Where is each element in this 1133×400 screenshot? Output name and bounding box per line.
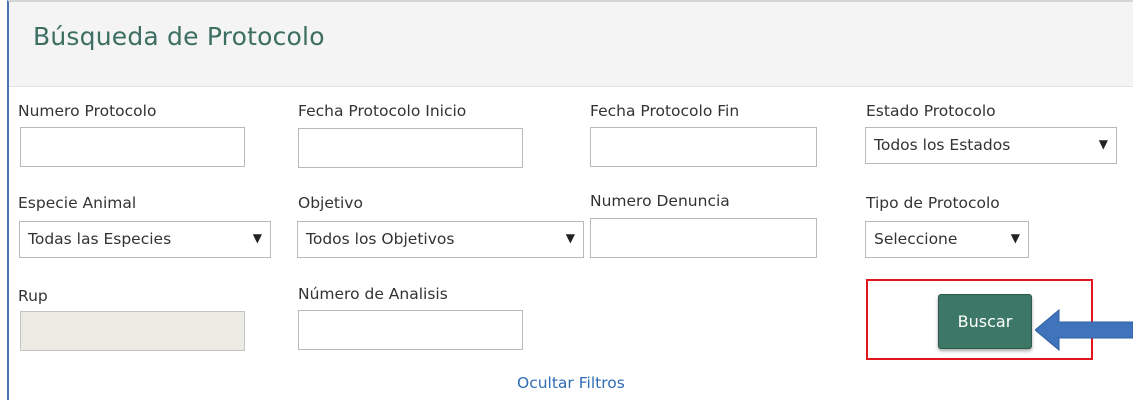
tipo-select[interactable]: Seleccione ▼ — [865, 221, 1029, 258]
fecha-inicio-input[interactable] — [298, 128, 523, 168]
caret-down-icon: ▼ — [565, 231, 575, 245]
numero-denuncia-label: Numero Denuncia — [590, 192, 730, 210]
rup-label: Rup — [18, 287, 48, 305]
objetivo-select[interactable]: Todos los Objetivos ▼ — [297, 221, 584, 258]
objetivo-selected-value: Todos los Objetivos — [306, 230, 455, 248]
numero-denuncia-input[interactable] — [590, 218, 817, 258]
rup-input — [20, 311, 245, 351]
search-button[interactable]: Buscar — [938, 294, 1032, 349]
numero-analisis-input[interactable] — [298, 310, 523, 350]
objetivo-label: Objetivo — [298, 194, 363, 212]
panel-header: Búsqueda de Protocolo — [9, 2, 1133, 87]
especie-selected-value: Todas las Especies — [28, 230, 172, 248]
caret-down-icon: ▼ — [252, 231, 262, 245]
estado-selected-value: Todos los Estados — [874, 136, 1011, 154]
fecha-fin-input[interactable] — [590, 127, 817, 167]
arrow-left-icon — [1035, 308, 1133, 352]
fecha-fin-label: Fecha Protocolo Fin — [590, 102, 740, 120]
caret-down-icon: ▼ — [1098, 137, 1108, 151]
numero-analisis-label: Número de Analisis — [298, 285, 448, 303]
especie-select[interactable]: Todas las Especies ▼ — [19, 221, 271, 258]
especie-label: Especie Animal — [18, 194, 137, 212]
numero-protocolo-label: Numero Protocolo — [18, 102, 157, 120]
caret-down-icon: ▼ — [1010, 231, 1020, 245]
tipo-label: Tipo de Protocolo — [866, 194, 1000, 212]
page-title: Búsqueda de Protocolo — [33, 22, 325, 51]
estado-select[interactable]: Todos los Estados ▼ — [865, 127, 1117, 164]
fecha-inicio-label: Fecha Protocolo Inicio — [298, 102, 467, 120]
estado-label: Estado Protocolo — [866, 102, 996, 120]
toggle-filters-link[interactable]: Ocultar Filtros — [517, 374, 625, 392]
numero-protocolo-input[interactable] — [20, 127, 245, 167]
tipo-selected-value: Seleccione — [874, 230, 958, 248]
